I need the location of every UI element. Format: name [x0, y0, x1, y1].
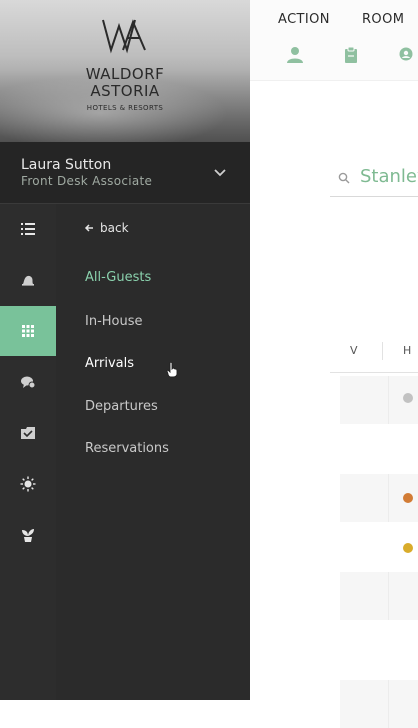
- nav-action[interactable]: ACTION: [278, 12, 330, 27]
- clipboard-icon[interactable]: [342, 46, 360, 64]
- rail-item-guests[interactable]: [0, 306, 56, 356]
- menu-item-in-house[interactable]: In-House: [85, 314, 143, 329]
- chevron-down-icon[interactable]: [214, 166, 226, 178]
- rail-item-messages[interactable]: [0, 357, 56, 407]
- rail-item-list[interactable]: [0, 204, 56, 254]
- plant-icon: [22, 529, 34, 542]
- brand-logo: WALDORF ASTORIA HOTELS & RESORTS: [0, 18, 250, 112]
- grid-icon: [22, 325, 34, 337]
- cell-divider: [388, 680, 389, 728]
- status-dot: [403, 543, 413, 553]
- sun-icon: [20, 476, 36, 492]
- cell-divider: [388, 572, 389, 620]
- user-name: Laura Sutton: [21, 157, 112, 173]
- brand-line-3: HOTELS & RESORTS: [86, 104, 164, 112]
- user-account-toggle[interactable]: Laura Sutton Front Desk Associate: [0, 142, 250, 204]
- menu-item-arrivals[interactable]: Arrivals: [85, 356, 134, 371]
- wa-monogram-icon: [102, 19, 146, 54]
- bell-icon: [22, 275, 34, 286]
- user-role: Front Desk Associate: [21, 174, 153, 188]
- guest-search[interactable]: Stanley: [330, 160, 418, 197]
- column-divider: [382, 342, 383, 360]
- cell-divider: [388, 474, 389, 522]
- left-panel: WALDORF ASTORIA HOTELS & RESORTS Laura S…: [0, 0, 250, 700]
- chat-icon: [21, 376, 36, 389]
- status-dot: [403, 493, 413, 503]
- back-arrow-icon: [84, 224, 93, 232]
- brand-line-1: WALDORF: [85, 65, 165, 83]
- status-dot: [403, 393, 413, 403]
- guests-submenu: back All-Guests In-House Arrivals Depart…: [56, 204, 250, 700]
- icon-rail: [0, 204, 56, 700]
- rail-item-weather[interactable]: [0, 459, 56, 509]
- table-header: V H: [330, 338, 418, 373]
- column-header-h[interactable]: H: [403, 344, 411, 357]
- back-label: back: [100, 221, 129, 235]
- list-icon: [21, 223, 35, 235]
- cell-divider: [388, 376, 389, 424]
- menu-item-reservations[interactable]: Reservations: [85, 441, 169, 456]
- rail-item-tasks[interactable]: [0, 408, 56, 458]
- nav-room[interactable]: ROOM: [362, 12, 404, 27]
- search-icon: [338, 172, 350, 184]
- back-button[interactable]: back: [84, 221, 129, 235]
- table-row[interactable]: [340, 680, 418, 728]
- column-header-v[interactable]: V: [350, 344, 358, 357]
- menu-item-departures[interactable]: Departures: [85, 399, 158, 414]
- person-search-icon[interactable]: [397, 46, 415, 64]
- menu-item-all-guests[interactable]: All-Guests: [85, 270, 151, 285]
- top-navigation: ACTION ROOM: [250, 0, 418, 81]
- rail-item-sustainability[interactable]: [0, 510, 56, 560]
- brand-line-2: ASTORIA: [90, 82, 160, 100]
- search-input[interactable]: Stanley: [360, 166, 418, 187]
- clipboard-check-icon: [21, 427, 35, 439]
- rail-item-notifications[interactable]: [0, 255, 56, 305]
- hand-cursor-icon: [166, 362, 178, 378]
- table-row[interactable]: [340, 572, 418, 620]
- brand-header: WALDORF ASTORIA HOTELS & RESORTS: [0, 0, 250, 142]
- person-icon[interactable]: [286, 46, 304, 64]
